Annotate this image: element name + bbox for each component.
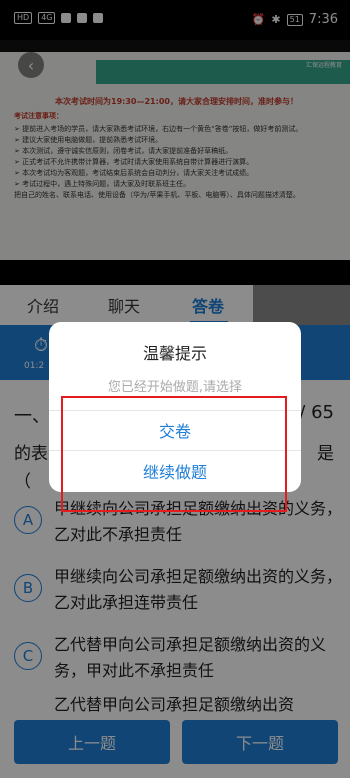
dialog-message: 您已经开始做题,请选择 — [107, 380, 243, 395]
annotation-highlight-box — [61, 396, 287, 512]
dialog-title: 温馨提示 — [142, 344, 207, 363]
